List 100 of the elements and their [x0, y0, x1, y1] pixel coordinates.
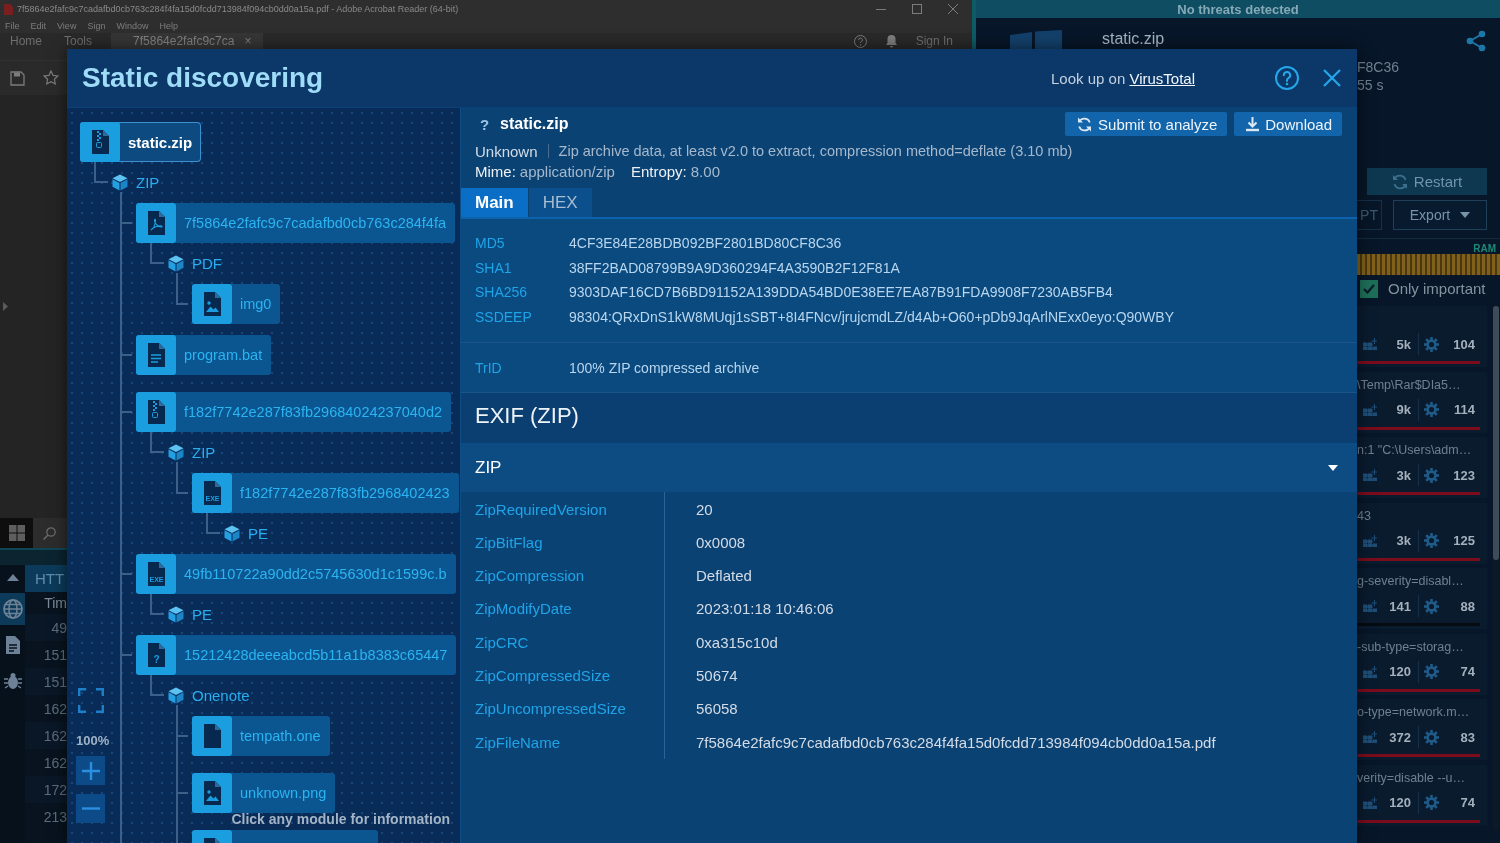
sign-in-link[interactable]: Sign In [915, 34, 953, 48]
property-value: Deflated [695, 566, 753, 587]
submit-button[interactable]: Submit to analyze [1065, 112, 1228, 136]
maximize-icon[interactable] [912, 4, 922, 14]
module-count: 83 [1459, 729, 1475, 745]
module-node[interactable]: ? 15212428deeeabcd5b11a1b8383c65447 [136, 635, 457, 675]
file-name: static.zip [500, 115, 569, 133]
module-node[interactable]: program.bat [136, 335, 272, 375]
command-line-text: verity=disable --u… [1357, 770, 1466, 785]
globe-icon [2, 599, 23, 619]
image-file-icon [192, 284, 232, 324]
download-button[interactable]: Download [1234, 112, 1342, 136]
menu-item[interactable]: View [57, 20, 77, 31]
process-card[interactable]: o-type=network.m… 372 83 [1357, 699, 1487, 760]
duration-text: 55 s [1357, 76, 1384, 94]
tab[interactable]: Home [0, 33, 54, 49]
menu-item[interactable]: Window [116, 20, 149, 31]
zip-file-icon [80, 122, 120, 162]
tree-connector [176, 273, 188, 305]
menu-item[interactable]: Help [159, 20, 178, 31]
module-node[interactable]: img0 [192, 284, 281, 324]
command-line-text: \Temp\Rar$DIa5… [1357, 377, 1461, 392]
hash-value: 4CF3E84E28BDB092BF2801BD80CF8C36 [569, 234, 843, 253]
share-icon[interactable] [1465, 30, 1487, 52]
hash-value: 38FF2BAD08799B9A9D360294F4A3590B2F12F81A [569, 258, 901, 278]
module-node[interactable]: 7f5864e2fafc9c7cadafbd0cb763c284f4fa [136, 203, 456, 243]
file-icon [192, 716, 232, 756]
process-card[interactable]: 43 3k 125 [1357, 502, 1487, 564]
checkbox[interactable] [1360, 279, 1378, 298]
process-card[interactable]: \Temp\Rar$DIa5… 9k 114 [1357, 371, 1487, 433]
blocks-icon [1363, 338, 1377, 350]
format-label: PE [248, 524, 268, 542]
tab-close[interactable]: × [244, 34, 252, 48]
process-card[interactable]: n:1 "C:\Users\adm… 3k 123 [1357, 437, 1487, 498]
zip-file-icon [136, 392, 176, 432]
window-title: 7f5864e2fafc9c7cadafbd0cb763c284f4fa15d0fcdd713984f094cb0dd0a15a.pdf - Adobe Acrobat Reader (64-bit) [17, 4, 459, 14]
module-count: 88 [1459, 598, 1475, 614]
help-icon[interactable] [853, 34, 867, 48]
event-count: 120 [1388, 795, 1411, 810]
export-button[interactable]: Export [1393, 200, 1487, 230]
property-name: ZipRequiredVersion [475, 492, 665, 526]
bell-icon[interactable] [885, 34, 897, 48]
menu-item[interactable]: File [5, 20, 20, 31]
process-card[interactable]: 5k 104 [1357, 306, 1487, 367]
module-count: 74 [1459, 795, 1475, 810]
event-count: 5k [1395, 336, 1411, 352]
field-value: 100% ZIP compressed archive [569, 359, 761, 376]
hash-value: 98304:QRxDnS1kW8MUqj1sSBT+8I4FNcv/jrujcmdLZ/d4Ab+O60+pDb9JqArlNExx0eyo:Q90WBY [569, 307, 1175, 327]
lookup-text: Look up on VirusTotal [1051, 69, 1195, 87]
process-card[interactable]: g-severity=disabl… 141 88 [1357, 568, 1487, 629]
property-name: ZipCompressedSize [475, 658, 665, 693]
tab[interactable]: HEX [528, 188, 592, 217]
property-value: 7f5864e2fafc9c7cadafbd0cb763c284f4fa15d0fcdd713984f094cb0dd0a15a.pdf [695, 732, 1217, 753]
labeled-file-icon: ? [136, 635, 176, 675]
nav-item[interactable] [0, 593, 25, 625]
hash-text: F8C36 [1357, 58, 1400, 76]
process-card[interactable]: -sub-type=storag… 120 74 [1357, 633, 1487, 695]
module-count: 74 [1459, 664, 1475, 679]
module-count: 123 [1452, 467, 1475, 483]
save-icon[interactable] [10, 70, 25, 86]
search-field[interactable] [33, 518, 67, 548]
close-icon[interactable] [1323, 69, 1341, 87]
scrollbar-thumb[interactable] [1493, 306, 1499, 560]
accordion-header[interactable]: ZIP [461, 443, 1357, 493]
panel-tab[interactable]: HTT [25, 565, 67, 592]
module-node[interactable]: f182f7742e287f83fb29684024237040d2 [136, 392, 452, 432]
process-card[interactable]: verity=disable --u… 120 74 [1357, 764, 1487, 826]
caret-up-icon[interactable] [6, 574, 19, 581]
tab[interactable]: Main [461, 188, 528, 217]
help-icon[interactable] [1275, 66, 1299, 90]
fullscreen-icon[interactable] [78, 688, 104, 713]
image-file-icon [192, 773, 232, 813]
module-node[interactable]: unknown.png [192, 773, 336, 813]
gear-icon [1424, 336, 1439, 352]
blocks-icon [1363, 469, 1377, 481]
tab[interactable]: Tools [54, 33, 105, 49]
file-type: Unknown [475, 142, 538, 160]
lookup-link[interactable]: VirusTotal [1129, 69, 1195, 87]
cube-icon [168, 254, 184, 272]
property-value: 50674 [695, 666, 739, 686]
zoom-in-button[interactable] [76, 756, 105, 785]
table-cell-text: 162 [42, 753, 67, 773]
chevron-right-icon[interactable] [3, 302, 8, 311]
menu-item[interactable]: Sign [87, 20, 106, 31]
star-icon[interactable] [43, 70, 59, 86]
command-line-text: 43 [1357, 508, 1371, 523]
menu-item[interactable]: Edit [30, 20, 47, 31]
status-glyph: ? [480, 115, 491, 133]
module-node[interactable]: static.zip [80, 122, 202, 162]
tab[interactable]: 7f5864e2fafc9c7ca × [111, 33, 264, 49]
blocks-icon [1363, 796, 1377, 809]
table-cell-text: 151 [42, 645, 67, 665]
restart-button[interactable]: Restart [1367, 168, 1487, 195]
property-name: ZipCRC [475, 625, 665, 659]
blocks-icon [1363, 665, 1377, 678]
windows-logo-icon[interactable] [9, 525, 25, 541]
zoom-out-button[interactable] [76, 794, 105, 823]
event-count: 9k [1395, 402, 1411, 417]
module-node[interactable]: tempath.one [192, 716, 330, 756]
close-icon[interactable] [948, 4, 958, 14]
